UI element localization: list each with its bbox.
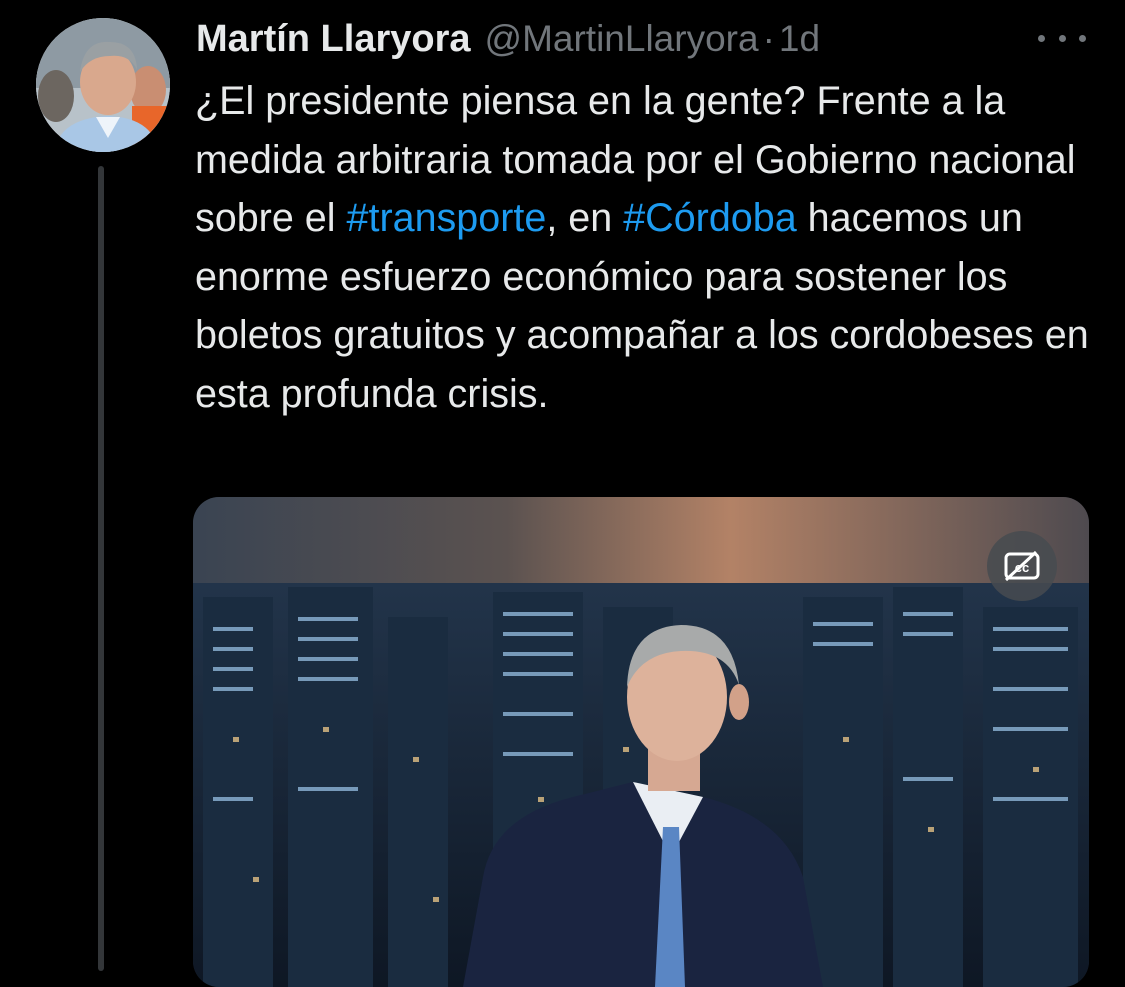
more-horizontal-icon[interactable] — [1038, 26, 1086, 50]
avatar[interactable] — [36, 18, 170, 152]
author-handle[interactable]: @MartinLlaryora — [485, 18, 759, 60]
profile-photo — [36, 18, 170, 152]
captions-off-icon[interactable]: cc — [987, 531, 1057, 601]
video-frame — [193, 497, 1089, 987]
author-display-name[interactable]: Martín Llaryora — [196, 18, 471, 61]
video-thumbnail[interactable] — [193, 497, 1089, 987]
hashtag-link[interactable]: #Córdoba — [623, 196, 797, 240]
hashtag-link[interactable]: #transporte — [347, 196, 547, 240]
tweet-header: Martín Llaryora @MartinLlaryora · 1d — [196, 16, 820, 62]
tweet-text-segment: , en — [546, 196, 624, 240]
separator-dot: · — [762, 18, 775, 59]
tweet-text: ¿El presidente piensa en la gente? Frent… — [195, 72, 1100, 423]
thread-connector-line — [98, 166, 104, 971]
tweet-timestamp[interactable]: 1d — [779, 18, 820, 60]
